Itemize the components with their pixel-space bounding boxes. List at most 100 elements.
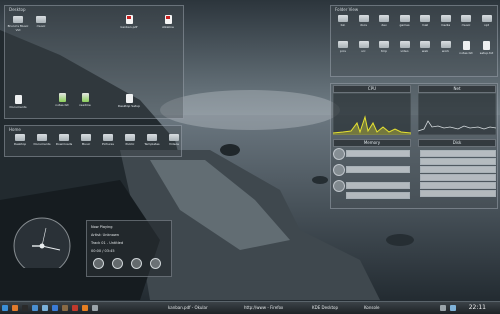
folder-icon	[103, 134, 113, 141]
right-folder-item[interactable]: notes.txt	[456, 41, 476, 55]
launcher-icon[interactable]	[92, 305, 98, 311]
folder-item-label: Desktop	[13, 142, 27, 146]
stop-icon[interactable]	[131, 258, 142, 269]
right-folder-item[interactable]: pics	[333, 41, 353, 53]
taskbar: kanban.pdf - Okular http://www - Firefox…	[0, 301, 500, 314]
icon-label: notes.txt	[55, 103, 69, 107]
volume-icon[interactable]	[440, 305, 446, 311]
desktop-icon-document[interactable]: Desktop Setup	[117, 94, 141, 108]
monitor-circle-3	[333, 180, 345, 192]
folder-item[interactable]: Public	[118, 134, 142, 146]
folder-item[interactable]: Downloads	[52, 134, 76, 146]
folder-item[interactable]: Documents	[30, 134, 54, 146]
media-player-widget[interactable]: Now Playing Artist: Unknown Track 01 - U…	[86, 220, 172, 277]
right-item-label: tmp	[380, 49, 387, 53]
icon-label: Desktop Setup	[117, 104, 141, 108]
desktop-icon-folder[interactable]: music	[29, 16, 53, 28]
folder-item[interactable]: Videos	[162, 134, 186, 146]
previous-icon[interactable]	[93, 258, 104, 269]
launcher-icon[interactable]	[12, 305, 18, 311]
launcher-icon[interactable]	[32, 305, 38, 311]
desktop-icon-document[interactable]: readme	[73, 93, 97, 107]
taskbar-window[interactable]: KDE Desktop	[312, 304, 358, 312]
right-folder-item[interactable]: mail	[415, 15, 435, 27]
folder-icon	[440, 41, 451, 48]
desktop-icon-pdf[interactable]: kanban.pdf	[117, 15, 141, 29]
right-folder-item[interactable]: web	[415, 41, 435, 53]
taskbar-clock[interactable]: 22:11	[469, 303, 486, 313]
right-folder-item[interactable]: video	[395, 41, 415, 53]
right-item-label: pics	[340, 49, 346, 53]
folder-item[interactable]: Templates	[140, 134, 164, 146]
desktop-icon-folder[interactable]: Bruno's Music Vid	[6, 16, 30, 32]
right-folder-item[interactable]: work	[436, 41, 456, 53]
launcher-icon[interactable]	[42, 305, 48, 311]
monitor-bar	[420, 174, 496, 181]
right-item-label: bin	[340, 23, 346, 27]
right-folder-item[interactable]: setup.txt	[477, 41, 497, 55]
right-folder-item[interactable]: docs	[354, 15, 374, 27]
media-line: Artist: Unknown	[91, 233, 119, 237]
monitor-bar	[420, 158, 496, 165]
media-line: Now Playing	[91, 225, 113, 229]
kde-menu-icon[interactable]	[2, 305, 8, 311]
folder-item-label: Templates	[144, 142, 160, 146]
right-folder-item[interactable]: tmp	[374, 41, 394, 53]
launcher-icon[interactable]	[72, 305, 78, 311]
launcher-icon[interactable]	[52, 305, 58, 311]
play-icon[interactable]	[112, 258, 123, 269]
folder-icon	[13, 16, 23, 23]
right-item-label: src	[361, 49, 366, 53]
network-icon[interactable]	[450, 305, 456, 311]
icon-label: kanban.pdf	[120, 25, 138, 29]
right-folder-item[interactable]: src	[354, 41, 374, 53]
folder-icon	[147, 134, 157, 141]
next-icon[interactable]	[150, 258, 161, 269]
right-folder-item[interactable]: bin	[333, 15, 353, 27]
right-folder-item[interactable]: opt	[477, 15, 497, 27]
folder-icon	[420, 41, 430, 48]
monitor-bar	[420, 166, 496, 173]
taskbar-window[interactable]: kanban.pdf - Okular	[168, 304, 238, 312]
right-folder-item[interactable]: media	[436, 15, 456, 27]
right-panel-title: Folder View	[335, 7, 359, 12]
icon-label: Documents	[9, 105, 27, 109]
desktop-icon-document[interactable]: Documents	[6, 95, 30, 109]
net-monitor-header: Net	[418, 85, 496, 93]
folder-item[interactable]: Desktop	[8, 134, 32, 146]
right-item-label: web	[421, 49, 429, 53]
document-icon	[14, 95, 22, 104]
desktop-icon-document[interactable]: notes.txt	[50, 93, 74, 107]
folder-icon	[338, 41, 348, 48]
folder-item[interactable]: Pictures	[96, 134, 120, 146]
folder-icon	[358, 41, 369, 48]
launcher-icon[interactable]	[22, 305, 28, 311]
pdf-icon	[164, 15, 172, 24]
monitor-circle-2	[333, 164, 345, 176]
monitor-bar	[420, 190, 496, 197]
right-folder-item[interactable]: games	[395, 15, 415, 27]
ram-monitor-header: Memory	[333, 139, 411, 147]
monitor-bar	[420, 150, 496, 157]
right-item-label: setup.txt	[479, 51, 494, 55]
launcher-icon[interactable]	[82, 305, 88, 311]
launcher-icon[interactable]	[62, 305, 68, 311]
clock-center	[39, 243, 45, 249]
icon-label: readme	[79, 103, 91, 107]
right-item-label: docs	[360, 23, 367, 27]
desktop-icon-pdf[interactable]: Alkaline	[156, 15, 180, 29]
right-item-label: video	[400, 49, 409, 53]
right-folder-item[interactable]: dev	[374, 15, 394, 27]
taskbar-window[interactable]: http://www - Firefox	[244, 304, 306, 312]
folder-item[interactable]: Music	[74, 134, 98, 146]
right-folder-item[interactable]: music	[456, 15, 476, 27]
folder-icon	[15, 134, 25, 141]
folder-item-label: Downloads	[55, 142, 73, 146]
folder-icon	[169, 134, 179, 141]
cpu-monitor-header: CPU	[333, 85, 411, 93]
analog-clock-widget[interactable]	[6, 212, 78, 268]
folder-icon	[440, 15, 451, 22]
taskbar-window[interactable]: Konsole	[364, 304, 404, 312]
right-item-label: media	[440, 23, 451, 27]
folder-panel-title: Home	[9, 127, 21, 132]
